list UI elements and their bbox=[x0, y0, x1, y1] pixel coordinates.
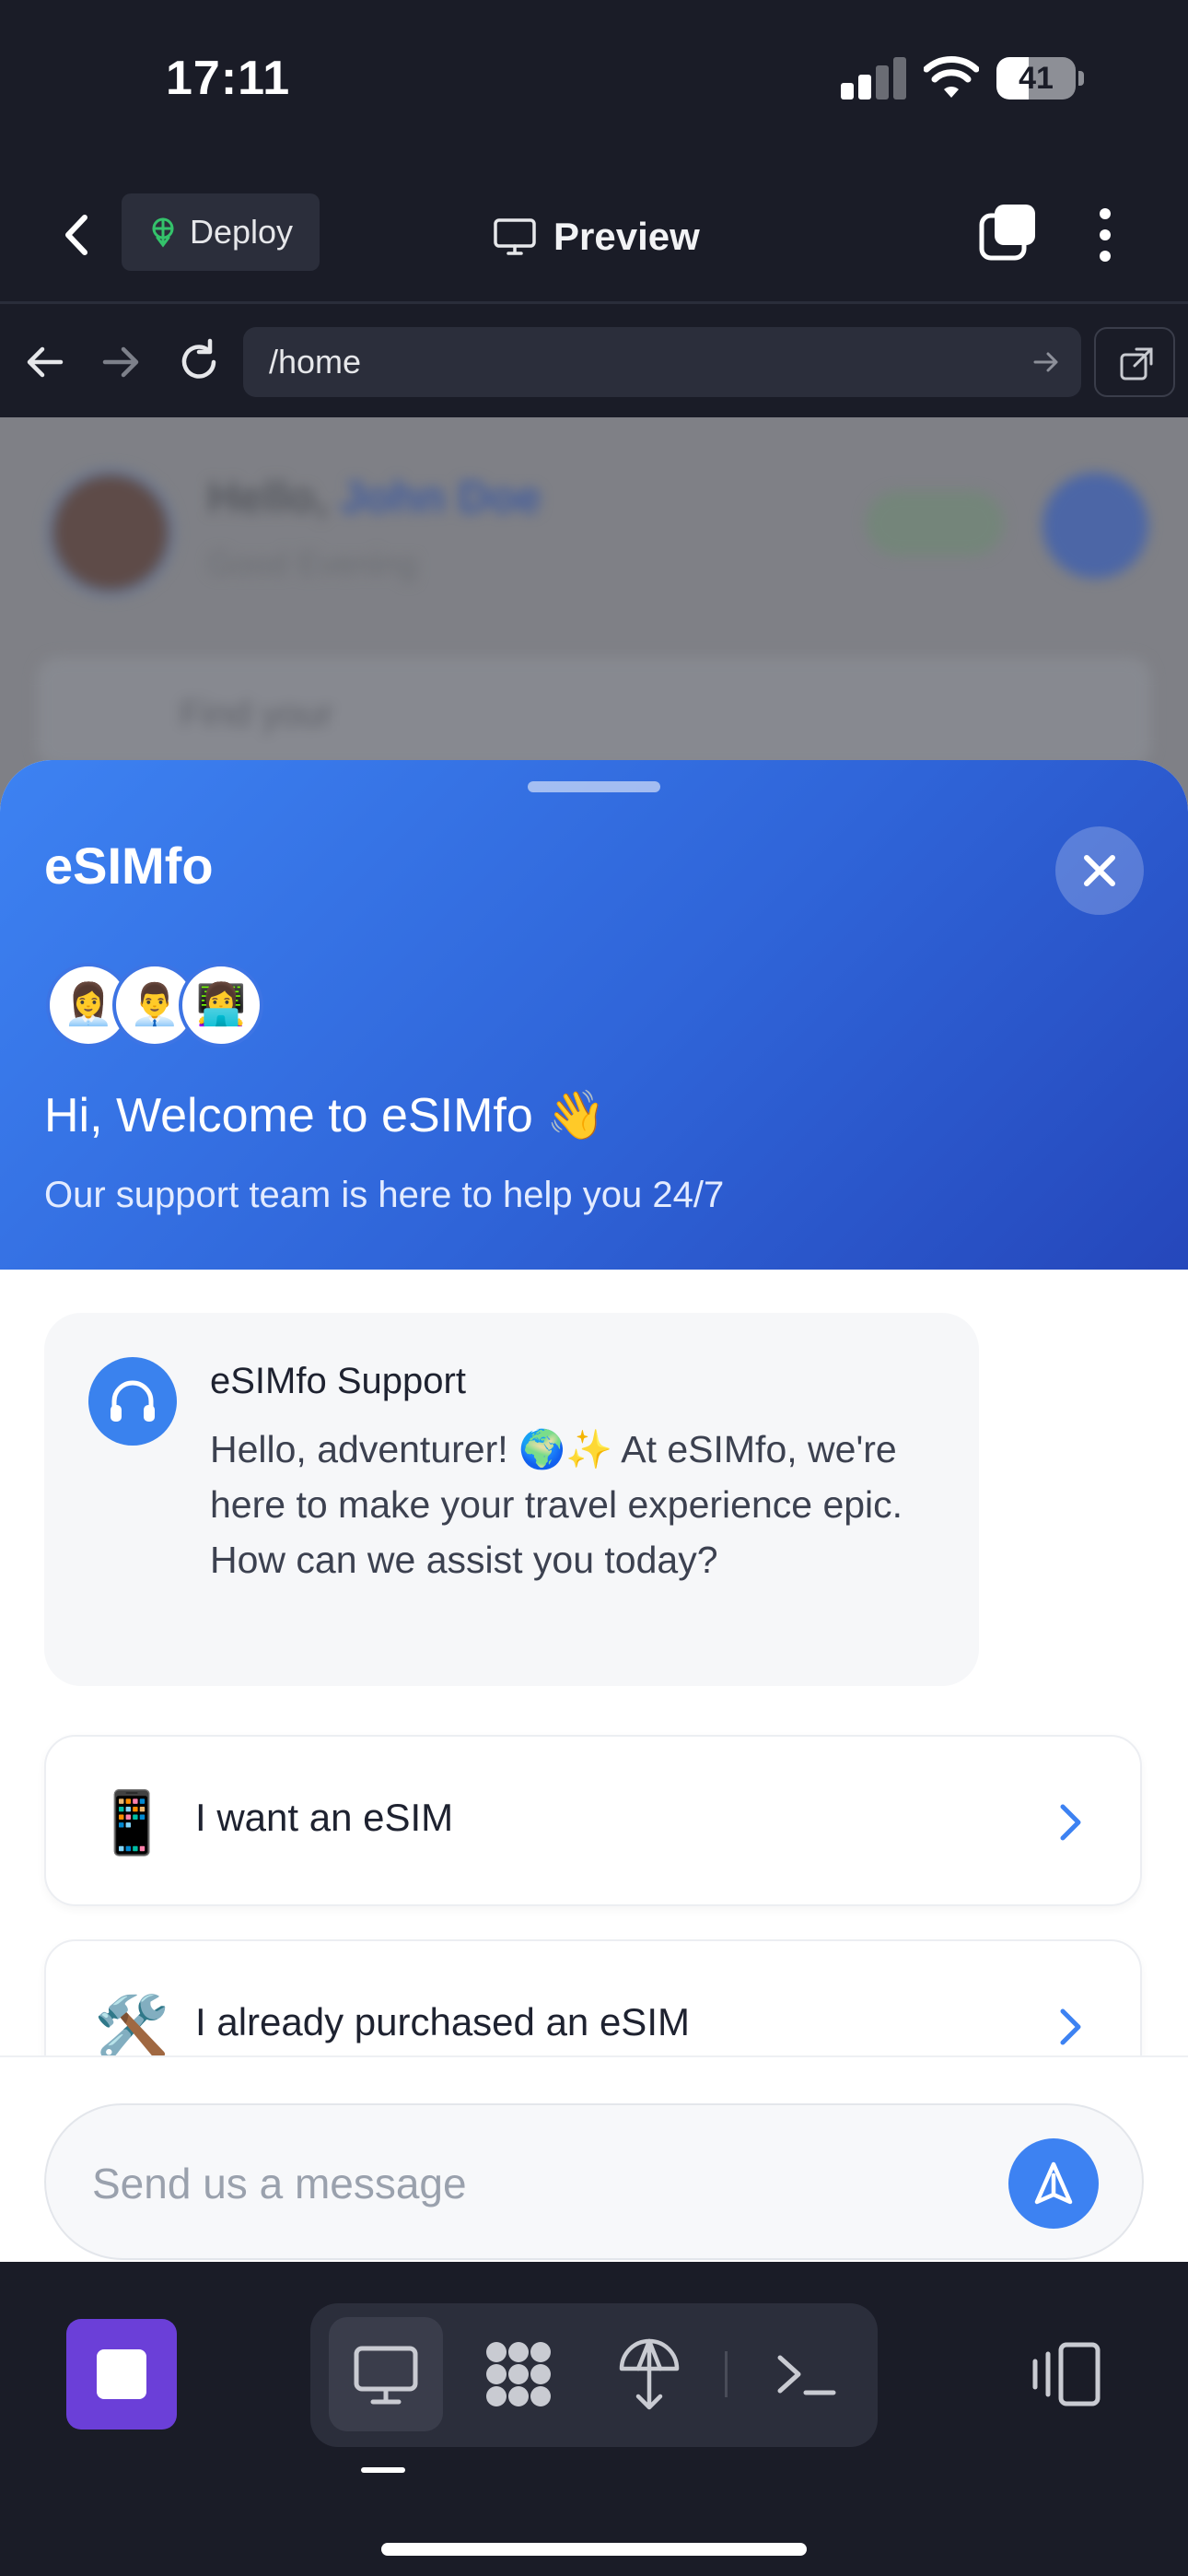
open-external-button[interactable] bbox=[1094, 327, 1175, 397]
chevron-right-icon bbox=[1060, 2008, 1081, 2045]
headphones-icon bbox=[88, 1357, 177, 1446]
status-bar: 17:11 41 bbox=[0, 0, 1188, 166]
device-rotate-icon[interactable] bbox=[1030, 2337, 1103, 2411]
deploy-icon bbox=[619, 2338, 680, 2410]
back-arrow-icon[interactable] bbox=[18, 336, 70, 388]
stop-icon bbox=[97, 2349, 146, 2399]
option-label: I already purchased an eSIM bbox=[195, 2000, 690, 2043]
more-options-icon[interactable] bbox=[1085, 205, 1125, 265]
chevron-right-icon bbox=[1060, 1804, 1081, 1841]
grid-blob-icon bbox=[486, 2342, 551, 2406]
monitor-icon bbox=[494, 218, 536, 255]
chat-brand-title: eSIMfo bbox=[44, 837, 214, 895]
message-sender: eSIMfo Support bbox=[210, 1361, 466, 1401]
option-label: I want an eSIM bbox=[195, 1796, 454, 1839]
preview-label: Preview bbox=[553, 215, 700, 258]
tool-switcher bbox=[310, 2303, 878, 2447]
terminal-icon bbox=[777, 2355, 836, 2395]
stop-button[interactable] bbox=[66, 2319, 177, 2430]
reload-icon[interactable] bbox=[173, 336, 225, 388]
welcome-title: Hi, Welcome to eSIMfo 👋 bbox=[44, 1089, 606, 1142]
home-indicator bbox=[381, 2543, 807, 2556]
back-chevron-icon[interactable] bbox=[44, 203, 109, 267]
send-button[interactable] bbox=[1008, 2138, 1099, 2229]
go-arrow-icon[interactable] bbox=[1031, 347, 1061, 377]
active-tab-indicator bbox=[361, 2467, 405, 2473]
send-icon bbox=[1034, 2161, 1073, 2205]
tabs-icon[interactable] bbox=[978, 203, 1039, 263]
url-field[interactable]: /home bbox=[243, 327, 1081, 397]
deploy-icon bbox=[152, 217, 174, 248]
battery-icon: 41 bbox=[996, 57, 1085, 100]
bottom-toolbar bbox=[0, 2262, 1188, 2576]
status-pill bbox=[866, 491, 1004, 556]
web-search-bar: Find your bbox=[37, 657, 1151, 767]
message-composer bbox=[44, 2103, 1144, 2262]
mobile-phone-icon: 📱 bbox=[94, 1788, 170, 1856]
app-screen: 17:11 41 Deploy Preview /home Hello, Joh… bbox=[0, 0, 1188, 2576]
close-button[interactable] bbox=[1055, 826, 1144, 915]
message-composer-area bbox=[0, 2055, 1188, 2262]
external-link-icon bbox=[1120, 347, 1153, 381]
monitor-icon bbox=[354, 2346, 418, 2405]
status-time: 17:11 bbox=[166, 52, 291, 105]
deploy-label: Deploy bbox=[190, 213, 294, 251]
profile-avatar bbox=[46, 468, 175, 597]
preview-title: Preview bbox=[493, 205, 700, 269]
tab-deploy[interactable] bbox=[592, 2317, 706, 2431]
wifi-icon bbox=[924, 56, 979, 98]
toolbar-divider bbox=[725, 2351, 728, 2397]
message-body: Hello, adventurer! 🌍✨ At eSIMfo, we're h… bbox=[210, 1428, 903, 1581]
drag-handle[interactable] bbox=[528, 781, 660, 792]
browser-nav-bar: /home bbox=[0, 307, 1188, 417]
tab-preview[interactable] bbox=[329, 2317, 443, 2431]
option-want-esim[interactable]: 📱 I want an eSIM bbox=[44, 1735, 1142, 1906]
forward-arrow-icon[interactable] bbox=[96, 336, 147, 388]
greeting-subtitle: Good Evening bbox=[207, 544, 418, 582]
support-chat-sheet: eSIMfo 👩‍💼 👨‍💼 👩‍💻 Hi, Welcome to eSIMfo… bbox=[0, 760, 1188, 2262]
message-input[interactable] bbox=[92, 2105, 976, 2262]
greeting-text: Hello, John Doe bbox=[207, 474, 542, 522]
app-header: Deploy Preview bbox=[0, 166, 1188, 304]
tab-integrations[interactable] bbox=[461, 2317, 576, 2431]
tools-icon: 🛠️ bbox=[94, 1993, 170, 2061]
battery-percentage: 41 bbox=[1019, 61, 1054, 96]
welcome-subtitle: Our support team is here to help you 24/… bbox=[44, 1175, 725, 1215]
chat-hero-header: eSIMfo 👩‍💼 👨‍💼 👩‍💻 Hi, Welcome to eSIMfo… bbox=[0, 760, 1188, 1270]
support-agent-avatar: 👩‍💻 bbox=[179, 963, 263, 1048]
deploy-button[interactable]: Deploy bbox=[122, 193, 320, 271]
support-message-card: eSIMfo Support Hello, adventurer! 🌍✨ At … bbox=[44, 1313, 979, 1686]
close-icon bbox=[1084, 855, 1115, 886]
cellular-signal-icon bbox=[841, 57, 906, 100]
url-text: /home bbox=[269, 343, 362, 381]
notification-avatar bbox=[1042, 473, 1148, 579]
tab-terminal[interactable] bbox=[749, 2317, 863, 2431]
